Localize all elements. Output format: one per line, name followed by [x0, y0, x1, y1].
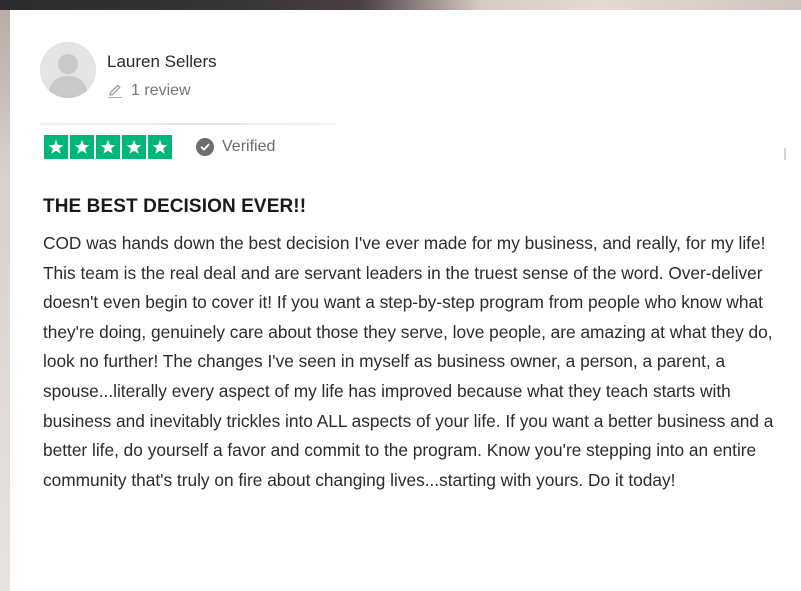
divider	[784, 148, 786, 160]
star-icon	[148, 135, 172, 159]
divider	[40, 123, 335, 125]
verified-label: Verified	[222, 138, 276, 155]
review-count: 1 review	[107, 82, 191, 100]
reviewer-name[interactable]: Lauren Sellers	[107, 52, 217, 72]
review-title[interactable]: THE BEST DECISION EVER!!	[43, 196, 306, 218]
star-icon	[96, 135, 120, 159]
review-body: COD was hands down the best decision I'v…	[43, 233, 774, 490]
background-photo-edge	[0, 10, 10, 591]
star-icon	[122, 135, 146, 159]
background-photo	[0, 0, 801, 10]
checkmark-icon	[196, 138, 214, 156]
star-icon	[70, 135, 94, 159]
user-silhouette-icon[interactable]	[40, 42, 96, 98]
pencil-icon	[107, 83, 123, 99]
review-card: Lauren Sellers 1 review Verified THE BES…	[10, 10, 801, 591]
verified-badge[interactable]: Verified	[196, 138, 275, 156]
star-rating	[44, 135, 172, 159]
star-icon	[44, 135, 68, 159]
review-count-label: 1 review	[131, 82, 191, 99]
